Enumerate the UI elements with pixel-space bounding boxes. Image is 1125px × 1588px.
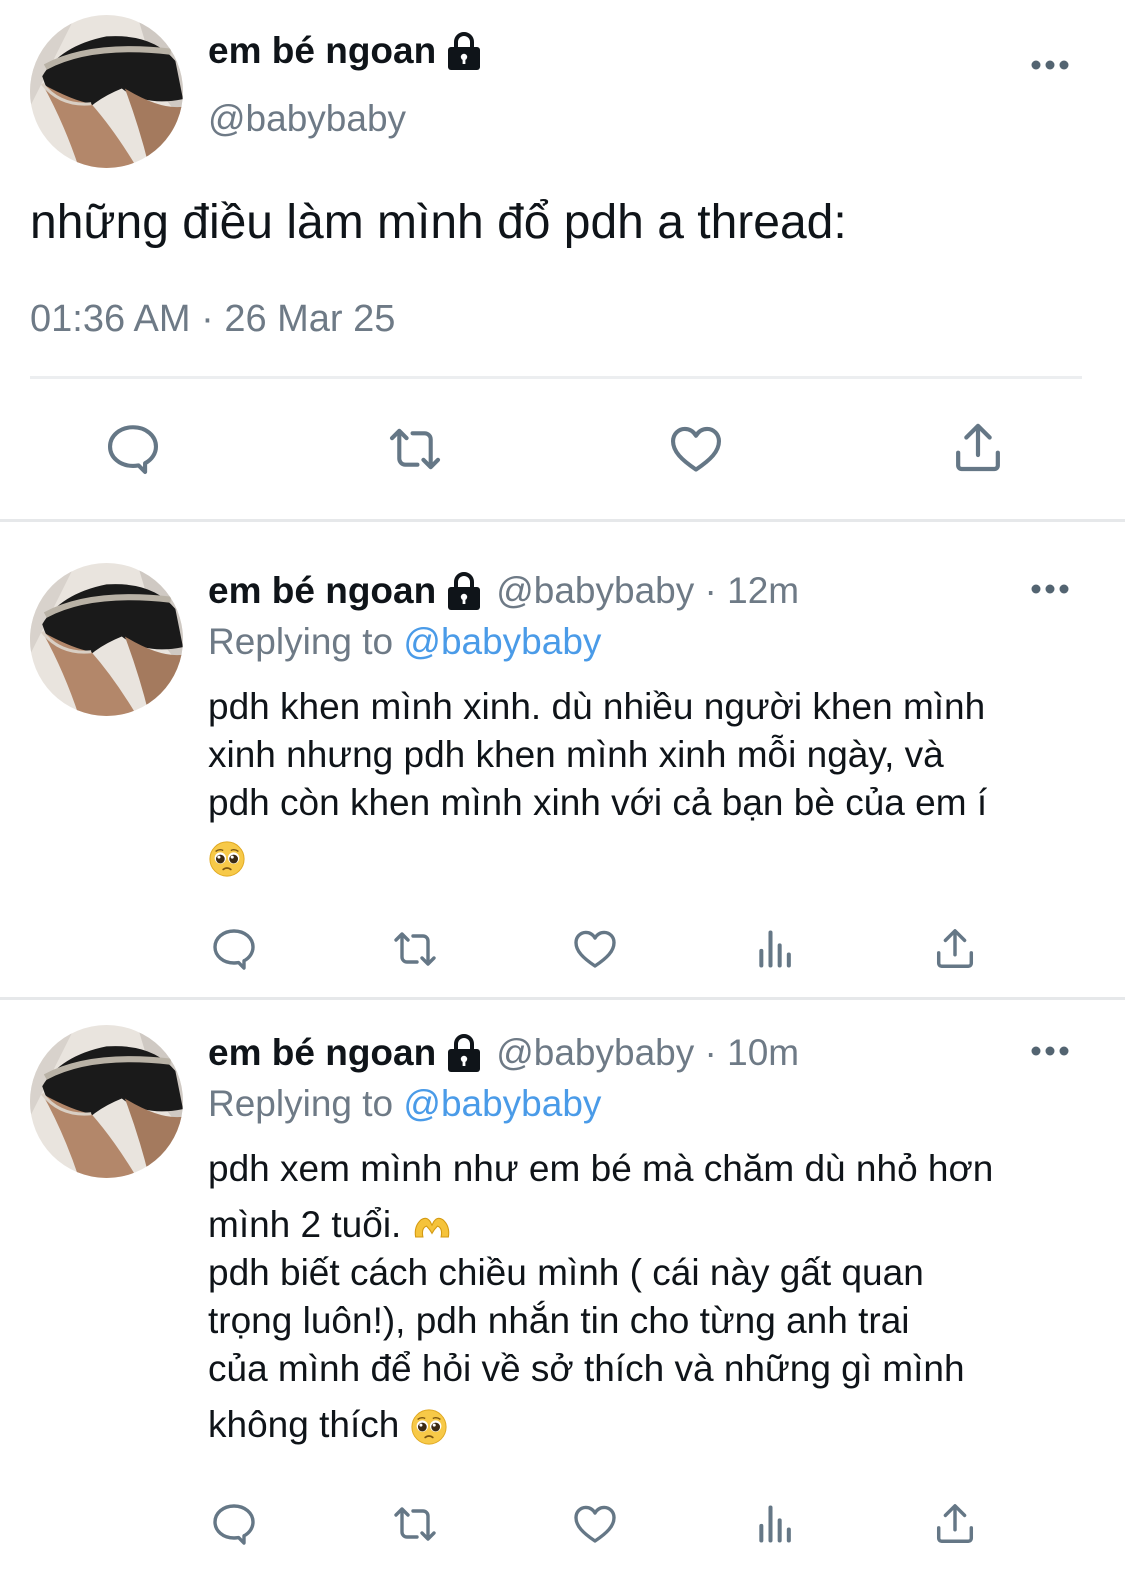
share-icon[interactable] xyxy=(932,925,978,973)
text-line: trọng luôn!), pdh nhắn tin cho từng anh … xyxy=(208,1300,910,1341)
pleading-face-emoji xyxy=(208,840,246,878)
pleading-face-emoji xyxy=(410,1408,448,1446)
heart-hands-emoji xyxy=(412,1213,452,1241)
text-line: pdh khen mình xinh. dù nhiều người khen … xyxy=(208,686,986,727)
replying-to: Replying to @babybaby xyxy=(208,1083,601,1125)
avatar[interactable] xyxy=(30,1025,183,1178)
author-name[interactable]: em bé ngoan xyxy=(208,1032,436,1074)
handle-time[interactable]: @babybaby · 12m xyxy=(496,570,799,612)
text-line: của mình để hỏi về sở thích và những gì … xyxy=(208,1348,965,1389)
author-name[interactable]: em bé ngoan xyxy=(208,30,482,72)
heart-icon[interactable] xyxy=(570,925,620,973)
share-icon[interactable] xyxy=(932,1500,978,1548)
replying-to-link[interactable]: @babybaby xyxy=(403,621,601,662)
divider xyxy=(0,519,1125,522)
replying-to-link[interactable]: @babybaby xyxy=(403,1083,601,1124)
replying-to: Replying to @babybaby xyxy=(208,621,601,663)
views-icon[interactable] xyxy=(754,1500,798,1548)
heart-icon[interactable] xyxy=(666,420,726,478)
reply-header: em bé ngoan @babybaby · 10m xyxy=(208,1032,799,1074)
author-handle[interactable]: @babybaby xyxy=(208,98,406,140)
heart-icon[interactable] xyxy=(570,1500,620,1548)
text-line: không thích xyxy=(208,1404,400,1445)
text-line: pdh xem mình như em bé mà chăm dù nhỏ hơ… xyxy=(208,1148,994,1189)
retweet-icon[interactable] xyxy=(388,925,442,973)
text-line: mình 2 tuổi. xyxy=(208,1204,402,1245)
author-name[interactable]: em bé ngoan xyxy=(208,570,436,612)
avatar[interactable] xyxy=(30,563,183,716)
retweet-icon[interactable] xyxy=(388,1500,442,1548)
avatar[interactable] xyxy=(30,15,183,168)
divider xyxy=(0,997,1125,1000)
handle-time[interactable]: @babybaby · 10m xyxy=(496,1032,799,1074)
reply-icon[interactable] xyxy=(210,1500,258,1548)
more-icon[interactable] xyxy=(1030,582,1070,596)
timestamp[interactable]: 01:36 AM · 26 Mar 25 xyxy=(30,298,395,341)
text-line: xinh nhưng pdh khen mình xinh mỗi ngày, … xyxy=(208,734,944,775)
text-line: pdh còn khen mình xinh với cả bạn bè của… xyxy=(208,782,988,823)
text-line: pdh biết cách chiều mình ( cái này gất q… xyxy=(208,1252,924,1293)
lock-icon xyxy=(446,31,482,71)
reply-icon[interactable] xyxy=(210,925,258,973)
lock-icon xyxy=(446,571,482,611)
author-name-text: em bé ngoan xyxy=(208,30,437,71)
replying-prefix: Replying to xyxy=(208,621,404,662)
tweet-text: pdh xem mình như em bé mà chăm dù nhỏ hơ… xyxy=(208,1145,993,1449)
share-icon[interactable] xyxy=(950,420,1006,476)
retweet-icon[interactable] xyxy=(383,420,447,478)
divider xyxy=(30,376,1082,379)
more-icon[interactable] xyxy=(1030,58,1070,72)
tweet-text: những điều làm mình đổ pdh a thread: xyxy=(30,196,847,249)
more-icon[interactable] xyxy=(1030,1044,1070,1058)
views-icon[interactable] xyxy=(754,925,798,973)
reply-icon[interactable] xyxy=(104,420,162,478)
replying-prefix: Replying to xyxy=(208,1083,404,1124)
tweet-text: pdh khen mình xinh. dù nhiều người khen … xyxy=(208,683,987,881)
reply-header: em bé ngoan @babybaby · 12m xyxy=(208,570,799,612)
lock-icon xyxy=(446,1033,482,1073)
